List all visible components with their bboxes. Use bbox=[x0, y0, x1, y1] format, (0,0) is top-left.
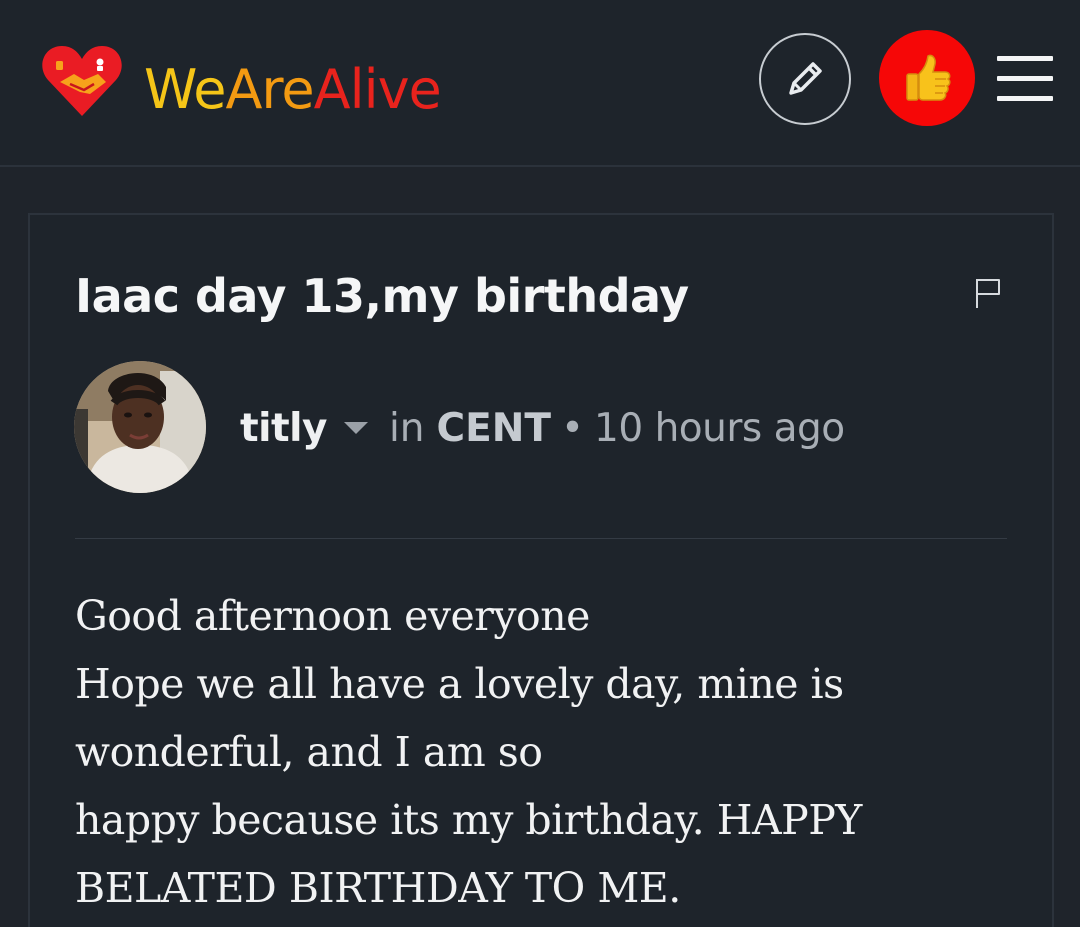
divider bbox=[75, 538, 1007, 539]
brand-word-alive: Alive bbox=[313, 58, 442, 121]
post-title: Iaac day 13,my birthday bbox=[75, 269, 689, 323]
avatar-photo bbox=[74, 361, 206, 493]
chevron-down-icon[interactable] bbox=[343, 421, 369, 435]
thumbs-up-icon bbox=[906, 54, 951, 101]
in-label: in bbox=[388, 405, 425, 451]
menu-bar-top bbox=[997, 56, 1053, 61]
community-link[interactable]: CENT bbox=[437, 406, 552, 451]
body-line: BELATED BIRTHDAY TO ME. bbox=[75, 864, 681, 912]
post-meta: titly in CENT • 10 hours ago bbox=[240, 400, 845, 456]
top-header: WeAreAlive bbox=[0, 0, 1080, 167]
author-avatar[interactable] bbox=[74, 361, 206, 493]
menu-bar-middle bbox=[997, 76, 1053, 81]
flag-icon[interactable] bbox=[974, 277, 1002, 309]
menu-bar-bottom bbox=[997, 96, 1053, 101]
heart-logo-icon[interactable] bbox=[40, 44, 124, 118]
brand-word-are: Are bbox=[225, 58, 314, 121]
body-line: Good afternoon everyone bbox=[75, 592, 590, 640]
post-body: Good afternoon everyone Hope we all have… bbox=[75, 582, 975, 922]
hamburger-menu-icon[interactable] bbox=[997, 56, 1053, 102]
body-line: happy because its my birthday. HAPPY bbox=[75, 796, 862, 844]
brand-word-we: We bbox=[144, 58, 226, 121]
pencil-icon bbox=[789, 62, 822, 95]
create-post-button[interactable] bbox=[759, 33, 851, 125]
brand-name[interactable]: WeAreAlive bbox=[144, 52, 442, 128]
post-timestamp[interactable]: 10 hours ago bbox=[594, 406, 845, 451]
meta-separator: • bbox=[561, 405, 585, 451]
author-name[interactable]: titly bbox=[240, 406, 327, 451]
profile-like-button[interactable] bbox=[879, 30, 975, 126]
body-line: Hope we all have a lovely day, mine is bbox=[75, 660, 844, 708]
body-line: wonderful, and I am so bbox=[75, 728, 543, 776]
